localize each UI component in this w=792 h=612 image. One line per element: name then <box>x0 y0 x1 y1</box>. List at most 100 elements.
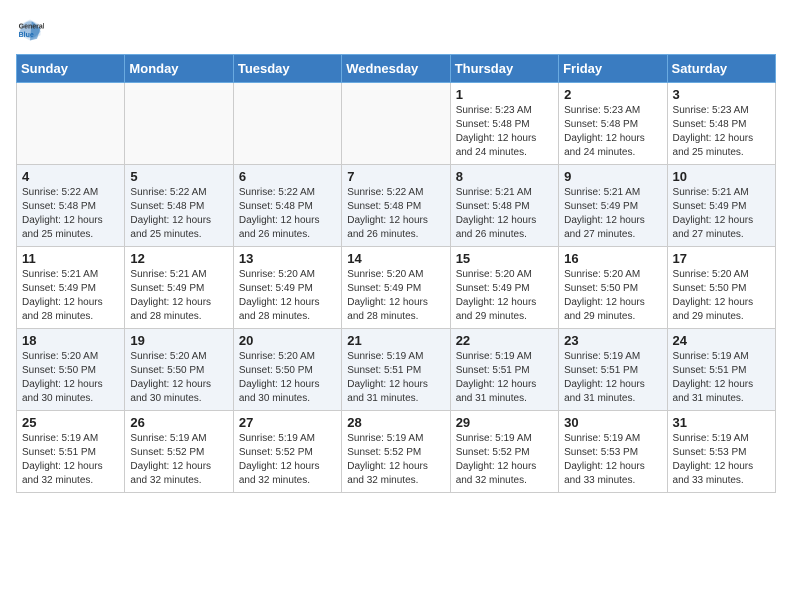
calendar-cell: 28Sunrise: 5:19 AM Sunset: 5:52 PM Dayli… <box>342 411 450 493</box>
day-info: Sunrise: 5:20 AM Sunset: 5:50 PM Dayligh… <box>130 350 227 406</box>
day-info: Sunrise: 5:20 AM Sunset: 5:49 PM Dayligh… <box>239 268 336 324</box>
day-number: 9 <box>564 169 661 184</box>
calendar-table: SundayMondayTuesdayWednesdayThursdayFrid… <box>16 54 776 493</box>
calendar-cell: 22 Sunrise: 5:19 AM Sunset: 5:51 PM Dayli… <box>450 329 558 411</box>
calendar-cell: 29 Sunrise: 5:19 AM Sunset: 5:52 PM Dayli… <box>450 411 558 493</box>
calendar-cell: 30Sunrise: 5:19 AM Sunset: 5:53 PM Dayli… <box>559 411 667 493</box>
day-number: 25 <box>22 415 119 430</box>
day-info: Sunrise: 5:21 AM Sunset: 5:48 PM Dayligh… <box>456 186 553 242</box>
day-number: 5 <box>130 169 227 184</box>
calendar-cell <box>125 83 233 165</box>
day-info: Sunrise: 5:19 AM Sunset: 5:53 PM Dayligh… <box>564 432 661 488</box>
calendar-header-wednesday: Wednesday <box>342 55 450 83</box>
calendar-cell: 16Sunrise: 5:20 AM Sunset: 5:50 PM Dayli… <box>559 247 667 329</box>
day-info: Sunrise: 5:20 AM Sunset: 5:49 PM Dayligh… <box>347 268 444 324</box>
calendar-cell: 4 Sunrise: 5:22 AM Sunset: 5:48 PM Daylig… <box>17 165 125 247</box>
calendar-week-5: 25 Sunrise: 5:19 AM Sunset: 5:51 PM Dayli… <box>17 411 776 493</box>
day-number: 20 <box>239 333 336 348</box>
day-number: 2 <box>564 87 661 102</box>
day-number: 3 <box>673 87 770 102</box>
day-number: 4 <box>22 169 119 184</box>
svg-text:Blue: Blue <box>19 32 34 39</box>
calendar-week-2: 4 Sunrise: 5:22 AM Sunset: 5:48 PM Daylig… <box>17 165 776 247</box>
day-number: 23 <box>564 333 661 348</box>
day-info: Sunrise: 5:23 AM Sunset: 5:48 PM Dayligh… <box>456 104 553 160</box>
day-info: Sunrise: 5:22 AM Sunset: 5:48 PM Dayligh… <box>347 186 444 242</box>
calendar-header-monday: Monday <box>125 55 233 83</box>
calendar-header-tuesday: Tuesday <box>233 55 341 83</box>
day-info: Sunrise: 5:19 AM Sunset: 5:52 PM Dayligh… <box>239 432 336 488</box>
calendar-week-3: 11 Sunrise: 5:21 AM Sunset: 5:49 PM Dayli… <box>17 247 776 329</box>
calendar-cell: 17 Sunrise: 5:20 AM Sunset: 5:50 PM Dayli… <box>667 247 775 329</box>
day-number: 13 <box>239 251 336 266</box>
svg-text:General: General <box>19 23 44 30</box>
calendar-header-sunday: Sunday <box>17 55 125 83</box>
calendar-cell: 14 Sunrise: 5:20 AM Sunset: 5:49 PM Dayli… <box>342 247 450 329</box>
calendar-cell: 19 Sunrise: 5:20 AM Sunset: 5:50 PM Dayli… <box>125 329 233 411</box>
calendar-cell: 8 Sunrise: 5:21 AM Sunset: 5:48 PM Daylig… <box>450 165 558 247</box>
day-info: Sunrise: 5:21 AM Sunset: 5:49 PM Dayligh… <box>22 268 119 324</box>
day-info: Sunrise: 5:19 AM Sunset: 5:52 PM Dayligh… <box>347 432 444 488</box>
day-info: Sunrise: 5:20 AM Sunset: 5:50 PM Dayligh… <box>22 350 119 406</box>
calendar-week-4: 18 Sunrise: 5:20 AM Sunset: 5:50 PM Dayli… <box>17 329 776 411</box>
day-number: 22 <box>456 333 553 348</box>
calendar-cell: 6 Sunrise: 5:22 AM Sunset: 5:48 PM Daylig… <box>233 165 341 247</box>
logo: General Blue <box>16 16 48 44</box>
day-number: 6 <box>239 169 336 184</box>
calendar-cell: 10 Sunrise: 5:21 AM Sunset: 5:49 PM Dayli… <box>667 165 775 247</box>
calendar-cell: 21 Sunrise: 5:19 AM Sunset: 5:51 PM Dayli… <box>342 329 450 411</box>
day-number: 14 <box>347 251 444 266</box>
calendar-cell: 11 Sunrise: 5:21 AM Sunset: 5:49 PM Dayli… <box>17 247 125 329</box>
day-number: 21 <box>347 333 444 348</box>
calendar-cell: 15 Sunrise: 5:20 AM Sunset: 5:49 PM Dayli… <box>450 247 558 329</box>
day-number: 16 <box>564 251 661 266</box>
day-info: Sunrise: 5:22 AM Sunset: 5:48 PM Dayligh… <box>239 186 336 242</box>
calendar-cell <box>342 83 450 165</box>
day-number: 17 <box>673 251 770 266</box>
page-header: General Blue <box>16 16 776 44</box>
calendar-cell: 12Sunrise: 5:21 AM Sunset: 5:49 PM Dayli… <box>125 247 233 329</box>
calendar-cell: 27Sunrise: 5:19 AM Sunset: 5:52 PM Dayli… <box>233 411 341 493</box>
day-info: Sunrise: 5:19 AM Sunset: 5:53 PM Dayligh… <box>673 432 770 488</box>
calendar-cell: 18 Sunrise: 5:20 AM Sunset: 5:50 PM Dayli… <box>17 329 125 411</box>
calendar-cell: 7 Sunrise: 5:22 AM Sunset: 5:48 PM Daylig… <box>342 165 450 247</box>
calendar-cell: 13 Sunrise: 5:20 AM Sunset: 5:49 PM Dayli… <box>233 247 341 329</box>
day-info: Sunrise: 5:19 AM Sunset: 5:51 PM Dayligh… <box>456 350 553 406</box>
day-number: 29 <box>456 415 553 430</box>
day-info: Sunrise: 5:19 AM Sunset: 5:51 PM Dayligh… <box>347 350 444 406</box>
day-number: 1 <box>456 87 553 102</box>
day-info: Sunrise: 5:20 AM Sunset: 5:49 PM Dayligh… <box>456 268 553 324</box>
calendar-cell: 1 Sunrise: 5:23 AM Sunset: 5:48 PM Daylig… <box>450 83 558 165</box>
day-info: Sunrise: 5:19 AM Sunset: 5:51 PM Dayligh… <box>564 350 661 406</box>
calendar-cell: 5Sunrise: 5:22 AM Sunset: 5:48 PM Daylig… <box>125 165 233 247</box>
calendar-cell <box>233 83 341 165</box>
day-number: 19 <box>130 333 227 348</box>
day-info: Sunrise: 5:19 AM Sunset: 5:51 PM Dayligh… <box>22 432 119 488</box>
day-number: 11 <box>22 251 119 266</box>
day-number: 31 <box>673 415 770 430</box>
day-info: Sunrise: 5:22 AM Sunset: 5:48 PM Dayligh… <box>22 186 119 242</box>
day-number: 8 <box>456 169 553 184</box>
calendar-header-friday: Friday <box>559 55 667 83</box>
day-info: Sunrise: 5:19 AM Sunset: 5:51 PM Dayligh… <box>673 350 770 406</box>
calendar-cell: 24 Sunrise: 5:19 AM Sunset: 5:51 PM Dayli… <box>667 329 775 411</box>
day-number: 26 <box>130 415 227 430</box>
calendar-cell <box>17 83 125 165</box>
day-number: 7 <box>347 169 444 184</box>
day-info: Sunrise: 5:19 AM Sunset: 5:52 PM Dayligh… <box>130 432 227 488</box>
day-info: Sunrise: 5:19 AM Sunset: 5:52 PM Dayligh… <box>456 432 553 488</box>
calendar-cell: 25 Sunrise: 5:19 AM Sunset: 5:51 PM Dayli… <box>17 411 125 493</box>
day-number: 15 <box>456 251 553 266</box>
calendar-cell: 23 Sunrise: 5:19 AM Sunset: 5:51 PM Dayli… <box>559 329 667 411</box>
calendar-cell: 2Sunrise: 5:23 AM Sunset: 5:48 PM Daylig… <box>559 83 667 165</box>
calendar-header-thursday: Thursday <box>450 55 558 83</box>
logo-icon: General Blue <box>16 16 44 44</box>
day-info: Sunrise: 5:21 AM Sunset: 5:49 PM Dayligh… <box>673 186 770 242</box>
calendar-cell: 9Sunrise: 5:21 AM Sunset: 5:49 PM Daylig… <box>559 165 667 247</box>
day-number: 24 <box>673 333 770 348</box>
day-number: 10 <box>673 169 770 184</box>
day-info: Sunrise: 5:20 AM Sunset: 5:50 PM Dayligh… <box>673 268 770 324</box>
calendar-header-row: SundayMondayTuesdayWednesdayThursdayFrid… <box>17 55 776 83</box>
calendar-cell: 20Sunrise: 5:20 AM Sunset: 5:50 PM Dayli… <box>233 329 341 411</box>
day-number: 18 <box>22 333 119 348</box>
